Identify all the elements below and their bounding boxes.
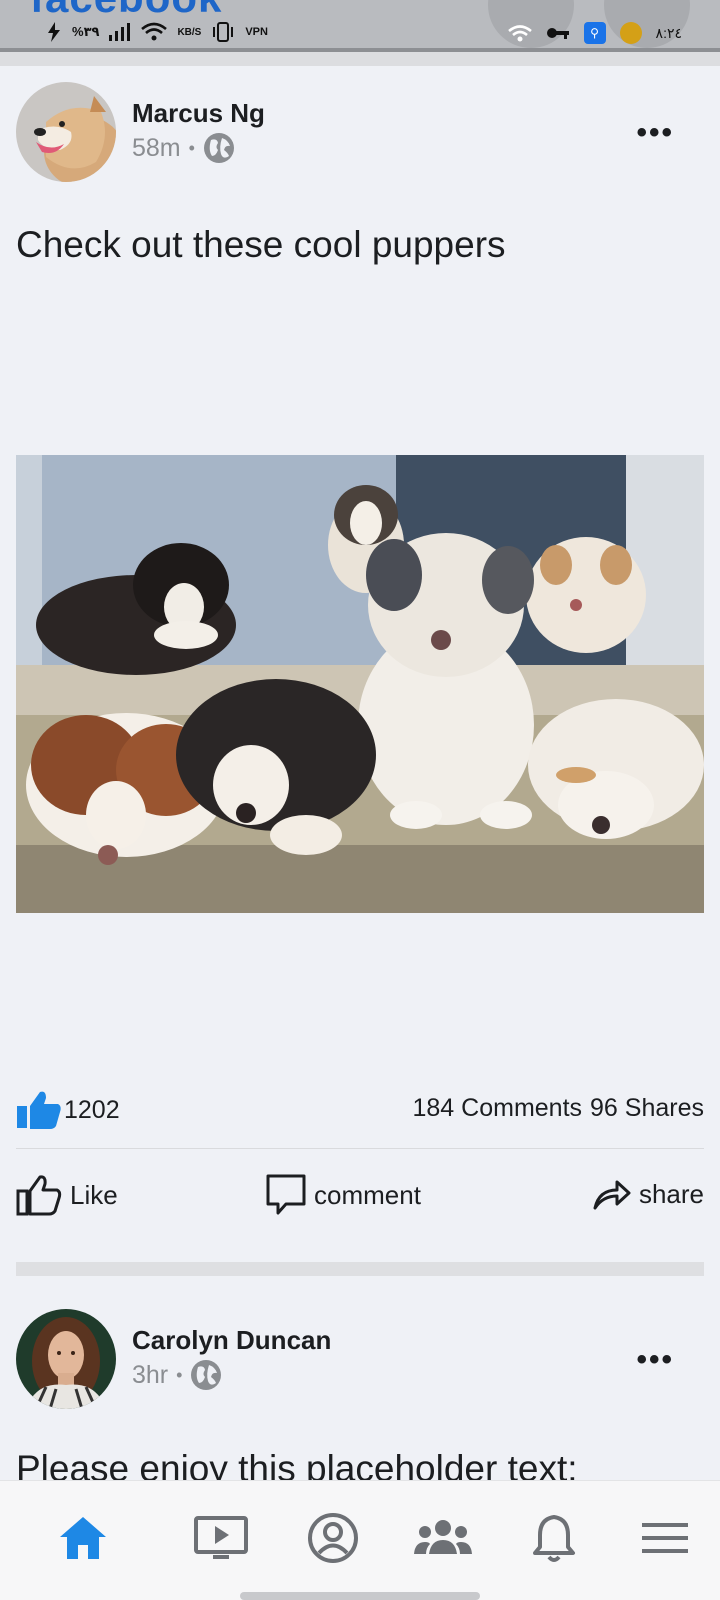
- nav-groups[interactable]: [408, 1503, 478, 1573]
- network-speed: KB/S: [177, 26, 202, 38]
- woman-avatar-image: [16, 1309, 116, 1409]
- post-meta: 58m •: [132, 132, 235, 164]
- facebook-feed-screen: facebook %٣٩ KB/S VPN ⚲ ٨:٢٤: [0, 0, 720, 1600]
- home-indicator[interactable]: [240, 1592, 480, 1600]
- post-separator: [16, 1262, 704, 1276]
- comment-button[interactable]: comment: [266, 1174, 421, 1216]
- meta-separator: •: [188, 137, 195, 158]
- app-logo: facebook: [30, 0, 222, 22]
- wifi-icon: [141, 22, 168, 41]
- like-count: 1202: [64, 1095, 120, 1124]
- groups-icon: [414, 1520, 472, 1554]
- usb-icon: ⚲: [583, 22, 606, 44]
- dog-avatar-image: [16, 82, 116, 182]
- comment-icon: [266, 1174, 306, 1215]
- share-label: share: [638, 1178, 704, 1209]
- nav-menu[interactable]: [630, 1503, 700, 1573]
- thumbs-up-icon: [16, 1175, 62, 1216]
- header-divider: [0, 48, 720, 66]
- nav-profile[interactable]: [298, 1503, 368, 1573]
- clock: ٨:٢٤: [655, 24, 682, 41]
- home-icon: [60, 1517, 106, 1559]
- thumbs-up-filled-icon: [17, 1091, 61, 1129]
- share-button[interactable]: share: [591, 1174, 704, 1214]
- signal-icon: [109, 23, 131, 41]
- nav-video[interactable]: [186, 1503, 256, 1573]
- key-icon: [546, 28, 569, 39]
- bottom-navigation: [0, 1480, 720, 1600]
- more-options-icon[interactable]: •••: [636, 116, 674, 150]
- menu-icon: [642, 1523, 688, 1553]
- post-image[interactable]: [16, 455, 704, 913]
- post-time[interactable]: 58m: [132, 134, 181, 163]
- notifications-icon: [533, 1515, 575, 1562]
- post-text: Check out these cool puppers: [16, 224, 506, 265]
- like-count-group[interactable]: 1202: [16, 1090, 120, 1130]
- more-options-icon[interactable]: •••: [636, 1343, 674, 1377]
- share-arrow-icon: [593, 1180, 631, 1210]
- share-count[interactable]: 96 Shares: [590, 1094, 704, 1123]
- nav-notifications[interactable]: [519, 1503, 589, 1573]
- meta-separator: •: [176, 1364, 183, 1385]
- post-time[interactable]: 3hr: [132, 1361, 168, 1390]
- post-actions: Like comment share: [16, 1174, 704, 1224]
- puppies-photo: [16, 455, 704, 913]
- wifi-hotspot-icon: [507, 25, 532, 42]
- avatar[interactable]: [16, 82, 116, 182]
- engagement-counts: 184 Comments 96 Shares: [413, 1094, 705, 1123]
- like-button[interactable]: Like: [16, 1174, 118, 1216]
- post-author[interactable]: Carolyn Duncan: [132, 1325, 331, 1356]
- stats-divider: [16, 1148, 704, 1149]
- post-author[interactable]: Marcus Ng: [132, 98, 265, 129]
- like-label: Like: [70, 1179, 118, 1210]
- profile-icon: [308, 1513, 358, 1563]
- video-icon: [194, 1516, 248, 1559]
- status-left: %٣٩ KB/S VPN: [46, 22, 268, 42]
- avatar[interactable]: [16, 1309, 116, 1409]
- battery-percent: %٣٩: [72, 24, 100, 39]
- vpn-label: VPN: [245, 26, 268, 38]
- status-bar: facebook %٣٩ KB/S VPN ⚲ ٨:٢٤: [0, 0, 720, 48]
- nav-home[interactable]: [48, 1503, 118, 1573]
- post-stats: 1202 184 Comments 96 Shares: [16, 1090, 704, 1130]
- download-icon: [619, 22, 642, 44]
- post-meta: 3hr •: [132, 1359, 222, 1391]
- post-header: Marcus Ng 58m • •••: [16, 82, 706, 182]
- globe-icon: [191, 1360, 222, 1390]
- comment-label: comment: [314, 1179, 421, 1210]
- charging-icon: [48, 22, 60, 42]
- globe-icon: [203, 133, 234, 163]
- status-right: ⚲ ٨:٢٤: [507, 22, 682, 44]
- post-header: Carolyn Duncan 3hr • •••: [16, 1309, 706, 1409]
- vibrate-icon: [213, 22, 234, 42]
- comment-count[interactable]: 184 Comments: [413, 1094, 583, 1123]
